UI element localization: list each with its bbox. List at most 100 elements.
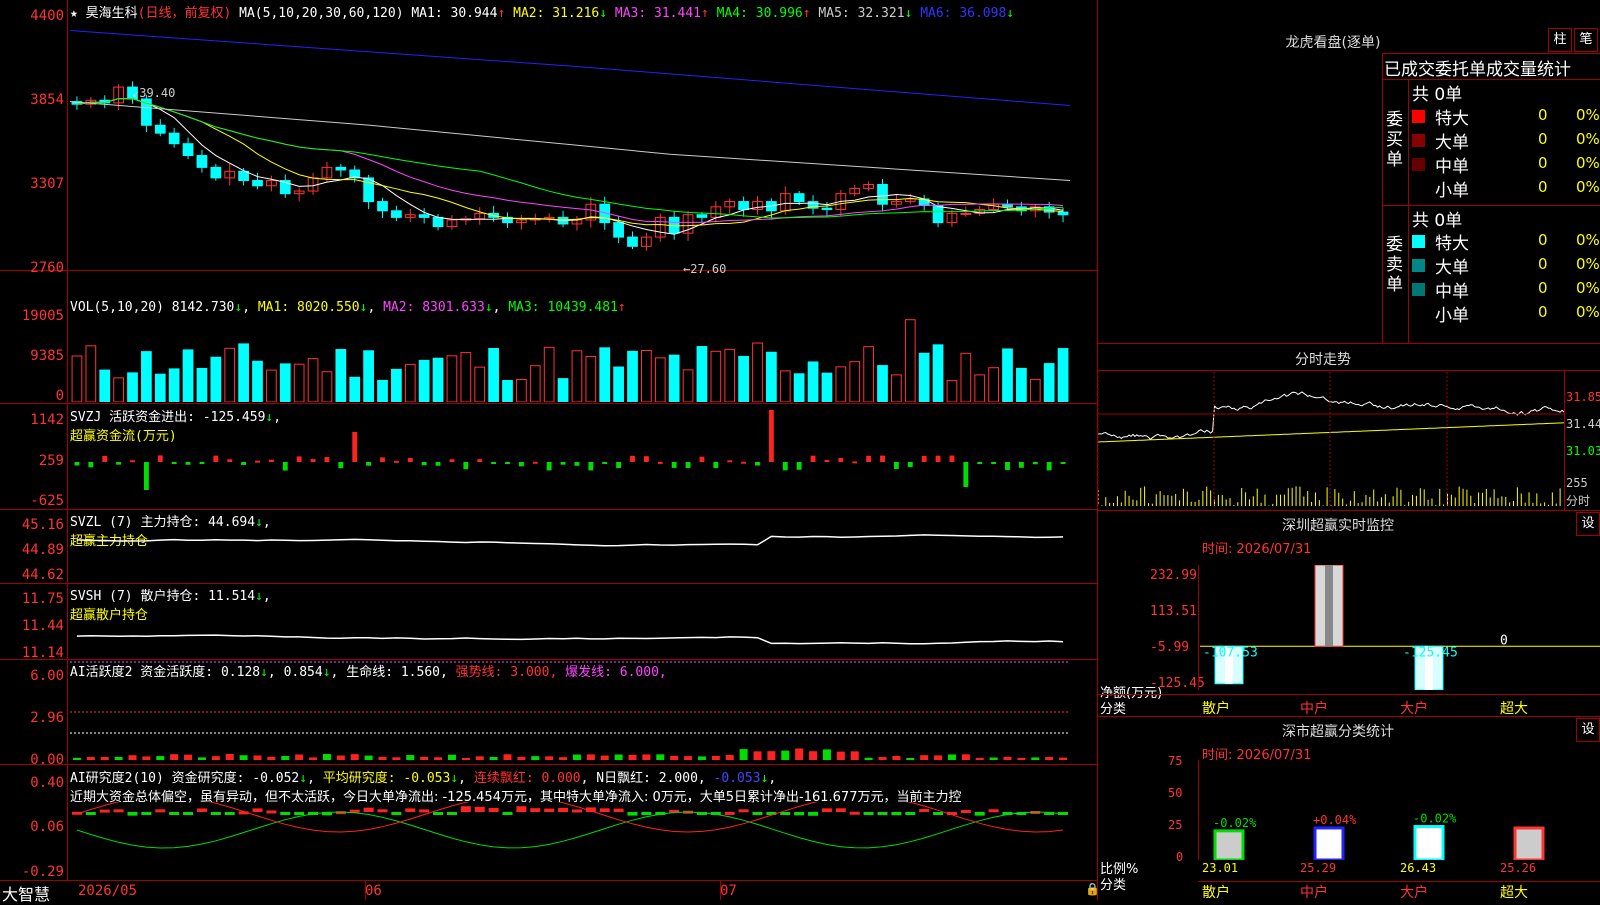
research-bar bbox=[530, 808, 541, 812]
flow-bar bbox=[518, 462, 524, 467]
holding-line bbox=[76, 634, 1064, 645]
research-bar bbox=[919, 808, 930, 812]
tick-view-button[interactable]: 笔 bbox=[1574, 28, 1598, 52]
volume-bar bbox=[182, 349, 194, 402]
activity-bar bbox=[628, 754, 637, 760]
flow-bar bbox=[491, 462, 497, 464]
flow-bar bbox=[1005, 462, 1010, 470]
volume-bar bbox=[1002, 348, 1013, 402]
activity-bar bbox=[656, 754, 665, 760]
candle bbox=[613, 222, 624, 238]
ratio-value: 23.01 bbox=[1202, 861, 1239, 875]
flow-bar bbox=[282, 462, 288, 471]
volume-chart[interactable] bbox=[70, 316, 1096, 402]
research-bar bbox=[391, 812, 402, 815]
volume-bar bbox=[946, 380, 958, 402]
ma-line bbox=[76, 98, 1064, 227]
flow-bar bbox=[393, 460, 399, 463]
medium-buy-swatch bbox=[1412, 158, 1425, 171]
activity-bar bbox=[517, 756, 526, 760]
ma-line bbox=[76, 98, 1064, 235]
volume-bar bbox=[807, 361, 819, 402]
candle bbox=[877, 183, 888, 205]
volume-bar bbox=[266, 369, 277, 402]
category-label: 超大 bbox=[1500, 701, 1528, 717]
volume-bar bbox=[321, 371, 333, 402]
research-bar bbox=[960, 809, 971, 813]
ma3: MA3: 31.441↑ bbox=[614, 6, 709, 21]
large-sell-swatch bbox=[1412, 259, 1425, 272]
category-label: 散户 bbox=[1202, 885, 1230, 901]
sell-row-pct: 0% bbox=[1576, 279, 1600, 297]
net-value: 0 bbox=[1500, 633, 1508, 648]
research-bar bbox=[571, 809, 582, 813]
ratio-chart[interactable]: -0.02% +0.04% -0.02% bbox=[1200, 760, 1600, 860]
classify-settings-button[interactable]: 设 bbox=[1576, 718, 1600, 742]
activity-bar bbox=[586, 754, 595, 760]
flow-bar bbox=[810, 455, 816, 462]
sell-total: 共 0单 bbox=[1412, 211, 1463, 231]
research-bar bbox=[488, 808, 499, 812]
volume-bar bbox=[168, 368, 180, 402]
main-holding-chart[interactable] bbox=[70, 510, 1096, 582]
activity-bar bbox=[684, 756, 693, 760]
volume-bar bbox=[668, 354, 680, 402]
activity-bar bbox=[559, 757, 568, 760]
flow-bar bbox=[838, 457, 844, 462]
activity-bar bbox=[781, 750, 790, 760]
flow-bar bbox=[602, 462, 608, 464]
flow-bar bbox=[671, 462, 677, 468]
flow-bar bbox=[574, 462, 580, 466]
activity-bar bbox=[767, 751, 776, 760]
activity-bar bbox=[975, 757, 984, 760]
research-bar bbox=[210, 812, 221, 815]
volume-bar bbox=[863, 346, 874, 402]
net-amount-chart[interactable]: -107.53232.99-125.450 bbox=[1200, 565, 1600, 690]
activity-bar bbox=[281, 756, 290, 760]
monitor-title: 深圳超赢实时监控 bbox=[1282, 518, 1394, 534]
candle bbox=[238, 170, 249, 182]
medium-sell-swatch bbox=[1412, 283, 1425, 296]
research-bar bbox=[738, 809, 749, 813]
volume-bar bbox=[1043, 363, 1055, 402]
research-bar bbox=[169, 812, 180, 815]
volume-bar bbox=[849, 361, 861, 402]
volume-bar bbox=[1057, 348, 1069, 402]
net-bar-shade bbox=[1325, 565, 1333, 647]
vol-axis-label: 9385 bbox=[30, 348, 64, 364]
intraday-chart[interactable] bbox=[1098, 372, 1564, 508]
activity-bar bbox=[989, 757, 998, 760]
buy-side-label: 委买单 bbox=[1386, 110, 1403, 170]
monitor-settings-button[interactable]: 设 bbox=[1576, 512, 1600, 536]
svsh-axis-label: 11.14 bbox=[21, 645, 64, 661]
volume-bar bbox=[224, 347, 236, 402]
flow-bar bbox=[685, 462, 691, 469]
activity-bar bbox=[114, 756, 123, 760]
vol-axis-label: 19005 bbox=[21, 308, 64, 324]
research-line-red bbox=[76, 802, 1064, 833]
ai-research-chart[interactable] bbox=[70, 802, 1096, 879]
volume-bar bbox=[446, 355, 458, 402]
activity-bar bbox=[920, 755, 929, 760]
activity-bar bbox=[947, 754, 956, 760]
sell-row-pct: 0% bbox=[1576, 303, 1600, 321]
sell-row-value: 0 bbox=[1538, 279, 1548, 297]
fund-flow-chart[interactable] bbox=[70, 404, 1096, 508]
research-bar bbox=[113, 809, 124, 813]
flow-bar bbox=[296, 456, 302, 462]
svzl-axis-label: 44.89 bbox=[21, 542, 64, 558]
chart-area[interactable]: ★ 昊海生科(日线，前复权) MA(5,10,20,30,60,120) MA1… bbox=[0, 0, 1100, 904]
volume-bar bbox=[918, 352, 930, 402]
candle bbox=[1002, 203, 1013, 208]
flow-bar bbox=[268, 459, 274, 462]
ai1-axis-label: 6.00 bbox=[30, 668, 64, 684]
candlestick-chart[interactable] bbox=[70, 20, 1096, 270]
retail-holding-chart[interactable] bbox=[70, 584, 1096, 658]
volume-bar bbox=[904, 319, 916, 402]
flow-bar bbox=[421, 462, 427, 466]
candle bbox=[418, 214, 430, 218]
right-panel: 龙虎看盘(逐单) 柱 笔 已成交委托单成交量统计 委买单 共 0单 特大 大单 … bbox=[1098, 0, 1600, 901]
volume-bar bbox=[85, 345, 97, 402]
column-view-button[interactable]: 柱 bbox=[1548, 28, 1572, 52]
ai-activity-chart[interactable] bbox=[70, 660, 1096, 763]
